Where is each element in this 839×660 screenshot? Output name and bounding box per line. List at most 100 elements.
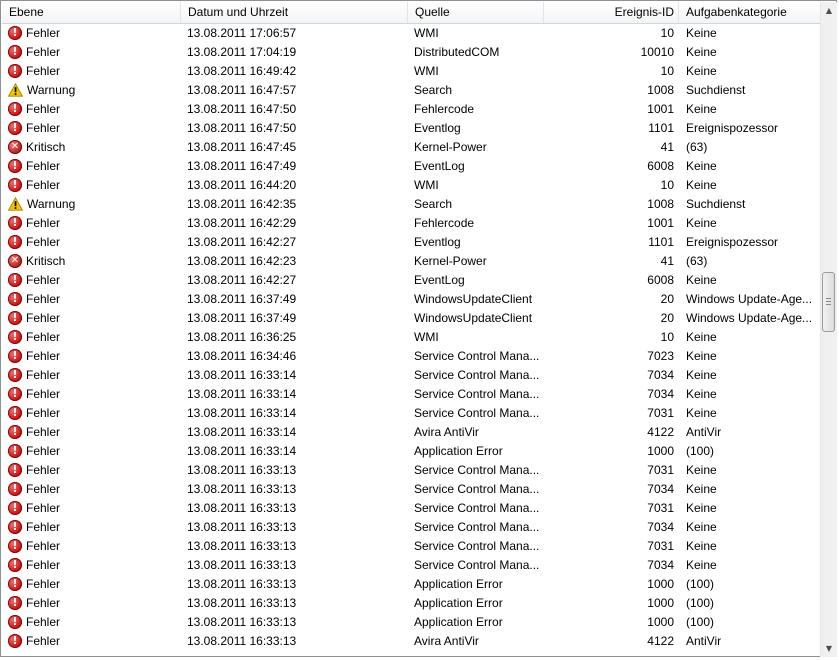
event-row[interactable]: Fehler 13.08.2011 16:33:13 Service Control… — [2, 556, 820, 575]
thumb-grip-line — [826, 304, 831, 305]
source-cell: Eventlog — [414, 121, 461, 135]
event-row[interactable]: Fehler 13.08.2011 16:36:25 WMI 10 Keine — [2, 328, 820, 347]
date-time-cell: 13.08.2011 16:37:49 — [187, 292, 297, 306]
error-icon — [8, 159, 22, 173]
event-row[interactable]: Fehler 13.08.2011 16:42:27 Eventlog 1101 Ere… — [2, 233, 820, 252]
event-row[interactable]: Fehler 13.08.2011 16:33:13 Service Control… — [2, 499, 820, 518]
date-time-cell: 13.08.2011 16:33:14 — [187, 368, 297, 382]
level-cell: Fehler — [8, 328, 178, 347]
event-row[interactable]: Fehler 13.08.2011 16:33:14 Avira AntiVir 41… — [2, 423, 820, 442]
level-label: Fehler — [26, 349, 61, 363]
date-time-cell: 13.08.2011 16:33:13 — [187, 501, 297, 515]
event-row[interactable]: Fehler 13.08.2011 16:44:20 WMI 10 Keine — [2, 176, 820, 195]
event-row[interactable]: Fehler 13.08.2011 16:34:46 Service Control… — [2, 347, 820, 366]
error-icon — [8, 387, 22, 401]
level-cell: Kritisch — [8, 252, 178, 271]
event-row[interactable]: Kritisch 13.08.2011 16:42:23 Kernel-Power 4… — [2, 252, 820, 271]
task-category-cell: Windows Update-Age... — [686, 311, 813, 325]
task-category-cell: Keine — [686, 45, 717, 59]
task-category-cell: Keine — [686, 539, 717, 553]
event-row[interactable]: Fehler 13.08.2011 16:33:13 Service Control… — [2, 480, 820, 499]
task-category-cell: (100) — [686, 615, 715, 629]
event-id-cell: 20 — [660, 292, 674, 306]
level-label: Fehler — [26, 102, 61, 116]
event-row[interactable]: Fehler 13.08.2011 16:33:13 Service Control… — [2, 537, 820, 556]
column-header-level[interactable]: Ebene — [2, 2, 181, 23]
event-id-cell: 7034 — [647, 482, 674, 496]
event-row[interactable]: Fehler 13.08.2011 16:42:27 EventLog 6008 Kei… — [2, 271, 820, 290]
event-row[interactable]: Kritisch 13.08.2011 16:47:45 Kernel-Power 4… — [2, 138, 820, 157]
level-cell: Fehler — [8, 575, 178, 594]
date-time-cell: 13.08.2011 16:42:35 — [187, 197, 297, 211]
critical-icon — [8, 254, 22, 268]
scrollbar-thumb[interactable] — [822, 272, 835, 332]
event-id-cell: 7023 — [647, 349, 674, 363]
event-row[interactable]: Warnung 13.08.2011 16:42:35 Search 1008 Such… — [2, 195, 820, 214]
source-cell: Application Error — [414, 577, 503, 591]
error-icon — [8, 501, 22, 515]
event-row[interactable]: Fehler 13.08.2011 16:33:13 Avira AntiVir 41… — [2, 632, 820, 651]
scroll-up-arrow-icon[interactable]: ▲ — [821, 2, 837, 19]
event-row[interactable]: Fehler 13.08.2011 16:49:42 WMI 10 Keine — [2, 62, 820, 81]
event-row[interactable]: Warnung 13.08.2011 16:47:57 Search 1008 Such… — [2, 81, 820, 100]
column-header-source[interactable]: Quelle — [408, 2, 544, 23]
error-icon — [8, 64, 22, 78]
level-cell: Fehler — [8, 271, 178, 290]
source-cell: Service Control Mana... — [414, 482, 540, 496]
event-row[interactable]: Fehler 13.08.2011 16:33:13 Application Err… — [2, 613, 820, 632]
task-category-cell: Keine — [686, 520, 717, 534]
event-row[interactable]: Fehler 13.08.2011 17:06:57 WMI 10 Keine — [2, 24, 820, 43]
error-icon — [8, 463, 22, 477]
level-label: Fehler — [26, 368, 61, 382]
date-time-cell: 13.08.2011 16:33:14 — [187, 425, 297, 439]
level-cell: Fehler — [8, 119, 178, 138]
source-cell: Avira AntiVir — [414, 634, 479, 648]
date-time-cell: 13.08.2011 16:33:13 — [187, 482, 297, 496]
date-time-cell: 13.08.2011 16:47:50 — [187, 121, 297, 135]
error-icon — [8, 482, 22, 496]
level-label: Kritisch — [26, 140, 66, 154]
level-cell: Fehler — [8, 347, 178, 366]
date-time-cell: 13.08.2011 16:33:13 — [187, 577, 297, 591]
level-cell: Fehler — [8, 499, 178, 518]
event-row[interactable]: Fehler 13.08.2011 16:33:13 Application Err… — [2, 575, 820, 594]
level-label: Fehler — [26, 444, 61, 458]
level-cell: Fehler — [8, 385, 178, 404]
event-row[interactable]: Fehler 13.08.2011 16:33:14 Application Err… — [2, 442, 820, 461]
event-row[interactable]: Fehler 13.08.2011 16:42:29 Fehlercode 1001 K… — [2, 214, 820, 233]
column-header-event-id[interactable]: Ereignis-ID — [544, 2, 679, 23]
event-row[interactable]: Fehler 13.08.2011 16:47:50 Eventlog 1101 Ere… — [2, 119, 820, 138]
event-id-cell: 4122 — [647, 425, 674, 439]
event-row[interactable]: Fehler 13.08.2011 16:47:49 EventLog 6008 Kei… — [2, 157, 820, 176]
source-cell: Service Control Mana... — [414, 539, 540, 553]
event-row[interactable]: Fehler 13.08.2011 16:37:49 WindowsUpdateCl… — [2, 290, 820, 309]
level-label: Fehler — [26, 311, 61, 325]
level-label: Fehler — [26, 178, 61, 192]
event-row[interactable]: Fehler 13.08.2011 16:33:14 Service Control… — [2, 366, 820, 385]
event-row[interactable]: Fehler 13.08.2011 16:33:14 Service Control… — [2, 385, 820, 404]
event-row[interactable]: Fehler 13.08.2011 16:37:49 WindowsUpdateCl… — [2, 309, 820, 328]
task-category-cell: Keine — [686, 26, 717, 40]
date-time-cell: 13.08.2011 16:33:14 — [187, 387, 297, 401]
event-row[interactable]: Fehler 13.08.2011 16:33:13 Service Control… — [2, 518, 820, 537]
event-row[interactable]: Fehler 13.08.2011 16:33:13 Service Control… — [2, 461, 820, 480]
event-row[interactable]: Fehler 13.08.2011 16:33:14 Service Control… — [2, 404, 820, 423]
level-cell: Fehler — [8, 176, 178, 195]
column-header-date[interactable]: Datum und Uhrzeit — [181, 2, 408, 23]
date-time-cell: 13.08.2011 16:47:57 — [187, 83, 297, 97]
column-header-task-category[interactable]: Aufgabenkategorie — [679, 2, 820, 23]
level-cell: Fehler — [8, 461, 178, 480]
level-cell: Fehler — [8, 404, 178, 423]
vertical-scrollbar[interactable]: ▲ ▼ — [820, 2, 837, 657]
event-row[interactable]: Fehler 13.08.2011 16:33:13 Application Err… — [2, 594, 820, 613]
level-label: Fehler — [26, 330, 61, 344]
level-cell: Fehler — [8, 24, 178, 43]
error-icon — [8, 292, 22, 306]
scroll-down-arrow-icon[interactable]: ▼ — [821, 640, 837, 657]
task-category-cell: Keine — [686, 463, 717, 477]
event-row[interactable]: Fehler 13.08.2011 16:47:50 Fehlercode 1001 K… — [2, 100, 820, 119]
level-label: Fehler — [26, 406, 61, 420]
source-cell: Eventlog — [414, 235, 461, 249]
event-row[interactable]: Fehler 13.08.2011 17:04:19 DistributedCOM 1… — [2, 43, 820, 62]
date-time-cell: 13.08.2011 16:33:13 — [187, 463, 297, 477]
